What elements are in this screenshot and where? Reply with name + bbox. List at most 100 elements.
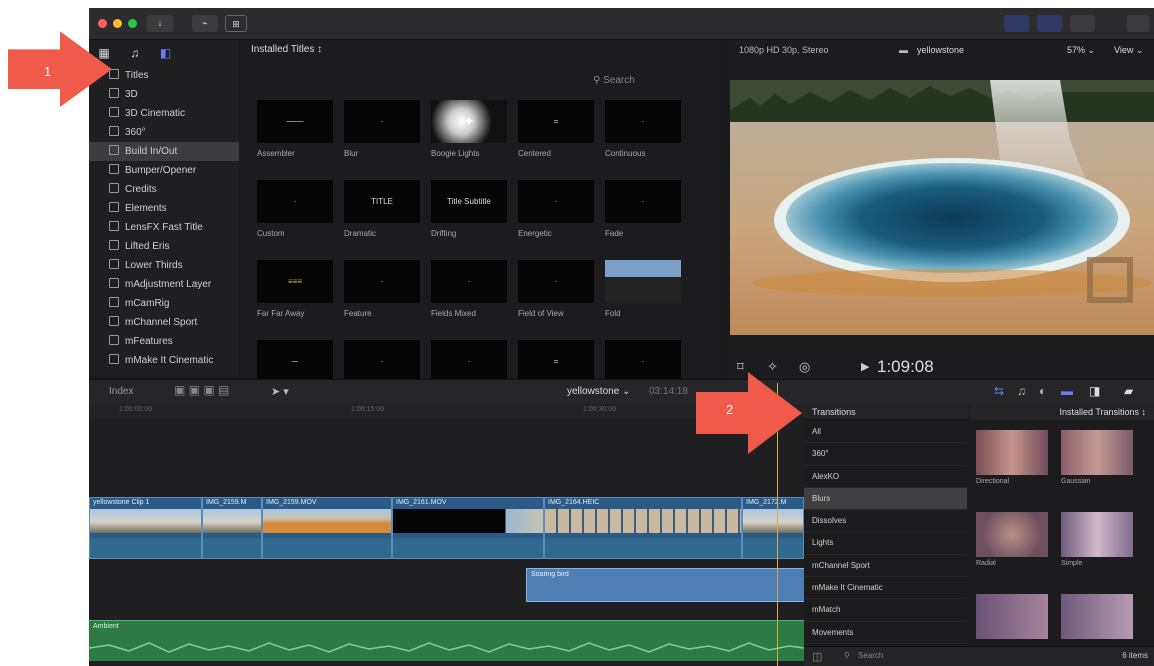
keyword-button[interactable]: ⌁ (192, 15, 218, 32)
title-thumbnail[interactable]: · Custom (257, 180, 337, 238)
inspector-toggle-button[interactable] (1070, 15, 1095, 32)
transition-thumbnail[interactable]: Simple (1061, 512, 1133, 567)
title-thumbnail[interactable]: · Field of View (518, 260, 598, 318)
sidebar-item[interactable]: Elements (89, 199, 239, 218)
video-clip[interactable]: IMG_2159.MOV (262, 497, 392, 559)
minimize-window-button[interactable] (113, 19, 122, 28)
effects-browser-icon[interactable]: ▰ (1124, 384, 1133, 398)
transition-thumbnail[interactable]: Directional (976, 430, 1048, 485)
sidebar-item[interactable]: mFeatures (89, 332, 239, 351)
title-thumbnail[interactable]: ✦ Boogie Lights (431, 100, 511, 158)
transition-category[interactable]: Dissolves (804, 510, 967, 533)
title-thumbnail[interactable]: ≡≡≡ Far Far Away (257, 260, 337, 318)
play-icon[interactable]: ▶ (861, 360, 869, 373)
title-thumbnail[interactable]: · Fields Mixed (431, 260, 511, 318)
transition-category[interactable]: Blurs (804, 487, 967, 511)
sidebar-item[interactable]: Bumper/Opener (89, 161, 239, 180)
sidebar-toggle-icon[interactable]: ◫ (812, 650, 822, 663)
transition-category[interactable]: AlexKO (804, 466, 967, 488)
sidebar-item-label: 360° (125, 127, 146, 138)
title-thumbnail[interactable]: TITLE Dramatic (344, 180, 424, 238)
clip-title: IMG_2172.M (746, 499, 787, 506)
sidebar-item[interactable]: Build In/Out (89, 142, 239, 161)
select-tool-icon[interactable]: ➤ ▾ (271, 385, 289, 398)
transition-thumbnail[interactable] (976, 594, 1048, 642)
sidebar-item[interactable]: mCamRig (89, 294, 239, 313)
transition-category[interactable]: All (804, 421, 967, 444)
title-label: Drifting (431, 229, 457, 238)
title-label: Custom (257, 229, 285, 238)
transition-category[interactable]: mChannel Sport (804, 555, 967, 578)
edit-buttons-icon[interactable]: ▣ ▣ ▣ ▤ (174, 383, 229, 397)
audio-clip-music[interactable]: Soaring bird (526, 568, 806, 602)
transition-thumbnail[interactable] (1061, 594, 1133, 642)
music-icon[interactable]: ♫ (128, 46, 142, 60)
sidebar-item[interactable]: 360° (89, 123, 239, 142)
title-label: Assembler (257, 149, 295, 158)
thumbnail-preview: TITLE (344, 180, 420, 223)
title-thumbnail[interactable]: = Centered (518, 100, 598, 158)
browser-search[interactable]: ⚲ Search (593, 72, 713, 90)
title-category-icon (109, 278, 119, 288)
library-toggle-button[interactable] (1004, 15, 1029, 32)
title-category-icon (109, 354, 119, 364)
sidebar-item[interactable]: mAdjustment Layer (89, 275, 239, 294)
transitions-search[interactable]: Search (858, 651, 883, 660)
view-menu[interactable]: View ⌄ (1114, 45, 1143, 56)
title-thumbnail[interactable]: Title Subtitle Drifting (431, 180, 511, 238)
title-category-icon (109, 316, 119, 326)
background-tasks-button[interactable]: ⊞ (225, 15, 247, 32)
installed-transitions-menu[interactable]: Installed Transitions ↕ (970, 404, 1154, 420)
title-thumbnail[interactable]: Fold (605, 260, 685, 318)
ruler-tick-label: 1:00:15:00 (351, 406, 385, 413)
title-label: Energetic (518, 229, 552, 238)
index-button[interactable]: Index (109, 386, 133, 397)
clip-title: yellowstone Clip 1 (93, 499, 150, 506)
clip-appearance-icon[interactable]: ◨ (1089, 384, 1100, 398)
title-thumbnail[interactable]: ─── Assembler (257, 100, 337, 158)
video-clip[interactable]: IMG_2172.M (742, 497, 804, 559)
title-thumbnail[interactable]: · Feature (344, 260, 424, 318)
sidebar-item[interactable]: Lower Thirds (89, 256, 239, 275)
audio-clip-ambient[interactable]: Ambient (89, 620, 804, 661)
transition-category[interactable]: 360° (804, 443, 967, 466)
title-thumbnail[interactable]: · Continuous (605, 100, 685, 158)
skimming-icon[interactable]: ⇆ (994, 384, 1004, 398)
transition-thumbnail[interactable]: Gaussian (1061, 430, 1133, 485)
title-thumbnail[interactable]: · Energetic (518, 180, 598, 238)
import-button[interactable]: ↓ (147, 15, 173, 32)
solo-icon[interactable]: ◐ (1039, 384, 1046, 398)
title-thumbnail[interactable]: · Blur (344, 100, 424, 158)
title-category-icon (109, 145, 119, 155)
sidebar-item-label: 3D (125, 89, 138, 100)
zoom-menu[interactable]: 57% ⌄ (1067, 45, 1095, 56)
callout-number-1: 1 (44, 64, 52, 79)
sidebar-item[interactable]: mChannel Sport (89, 313, 239, 332)
transition-category[interactable]: mMake It Cinematic (804, 577, 967, 600)
sidebar-item[interactable]: Credits (89, 180, 239, 199)
sidebar-item[interactable]: LensFX Fast Title (89, 218, 239, 237)
timeline-toggle-button[interactable] (1037, 15, 1062, 32)
transition-category[interactable]: Lights (804, 532, 967, 555)
title-thumbnail[interactable]: · Fade (605, 180, 685, 238)
share-button[interactable] (1127, 15, 1149, 32)
titles-icon[interactable]: ◧ (159, 46, 173, 60)
transition-thumbnail[interactable]: Radial (976, 512, 1048, 567)
transition-category[interactable]: mMatch (804, 599, 967, 622)
project-icon: ▬ (899, 45, 908, 55)
callout-arrow-1 (8, 31, 112, 107)
video-clip[interactable]: IMG_2159.M (202, 497, 262, 559)
zoom-window-button[interactable] (128, 19, 137, 28)
browser-header[interactable]: Installed Titles ↕ (251, 44, 322, 55)
video-clip[interactable]: yellowstone Clip 1 (89, 497, 202, 559)
audio-skimming-icon[interactable]: ♫ (1017, 384, 1026, 398)
sidebar-item[interactable]: mMake It Cinematic (89, 351, 239, 370)
snapping-icon[interactable]: ▬ (1061, 384, 1073, 398)
close-window-button[interactable] (98, 19, 107, 28)
video-clip[interactable]: IMG_2164.HEIC (544, 497, 742, 559)
timeline-project-menu[interactable]: yellowstone ⌄ (567, 386, 630, 397)
transition-category[interactable]: Movements (804, 622, 967, 644)
sidebar-item[interactable]: Lifted Eris (89, 237, 239, 256)
video-clip[interactable]: IMG_2161.MOV (392, 497, 544, 559)
sidebar-item-label: Lower Thirds (125, 260, 183, 271)
